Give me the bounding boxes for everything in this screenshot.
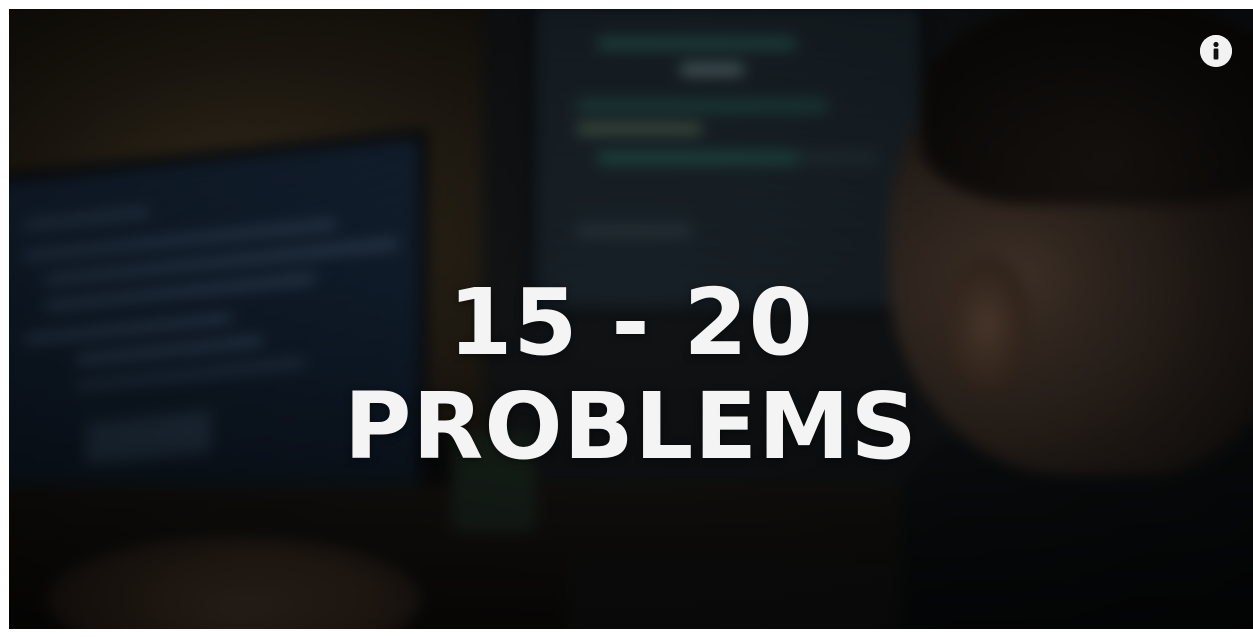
video-player[interactable]: 15 - 20 PROBLEMS <box>9 9 1253 629</box>
info-button[interactable] <box>1200 35 1232 67</box>
page: 15 - 20 PROBLEMS <box>0 0 1253 637</box>
overlay-title-line1: 15 - 20 <box>448 269 814 376</box>
info-icon <box>1200 35 1232 67</box>
overlay-title-line2: PROBLEMS <box>344 373 918 480</box>
